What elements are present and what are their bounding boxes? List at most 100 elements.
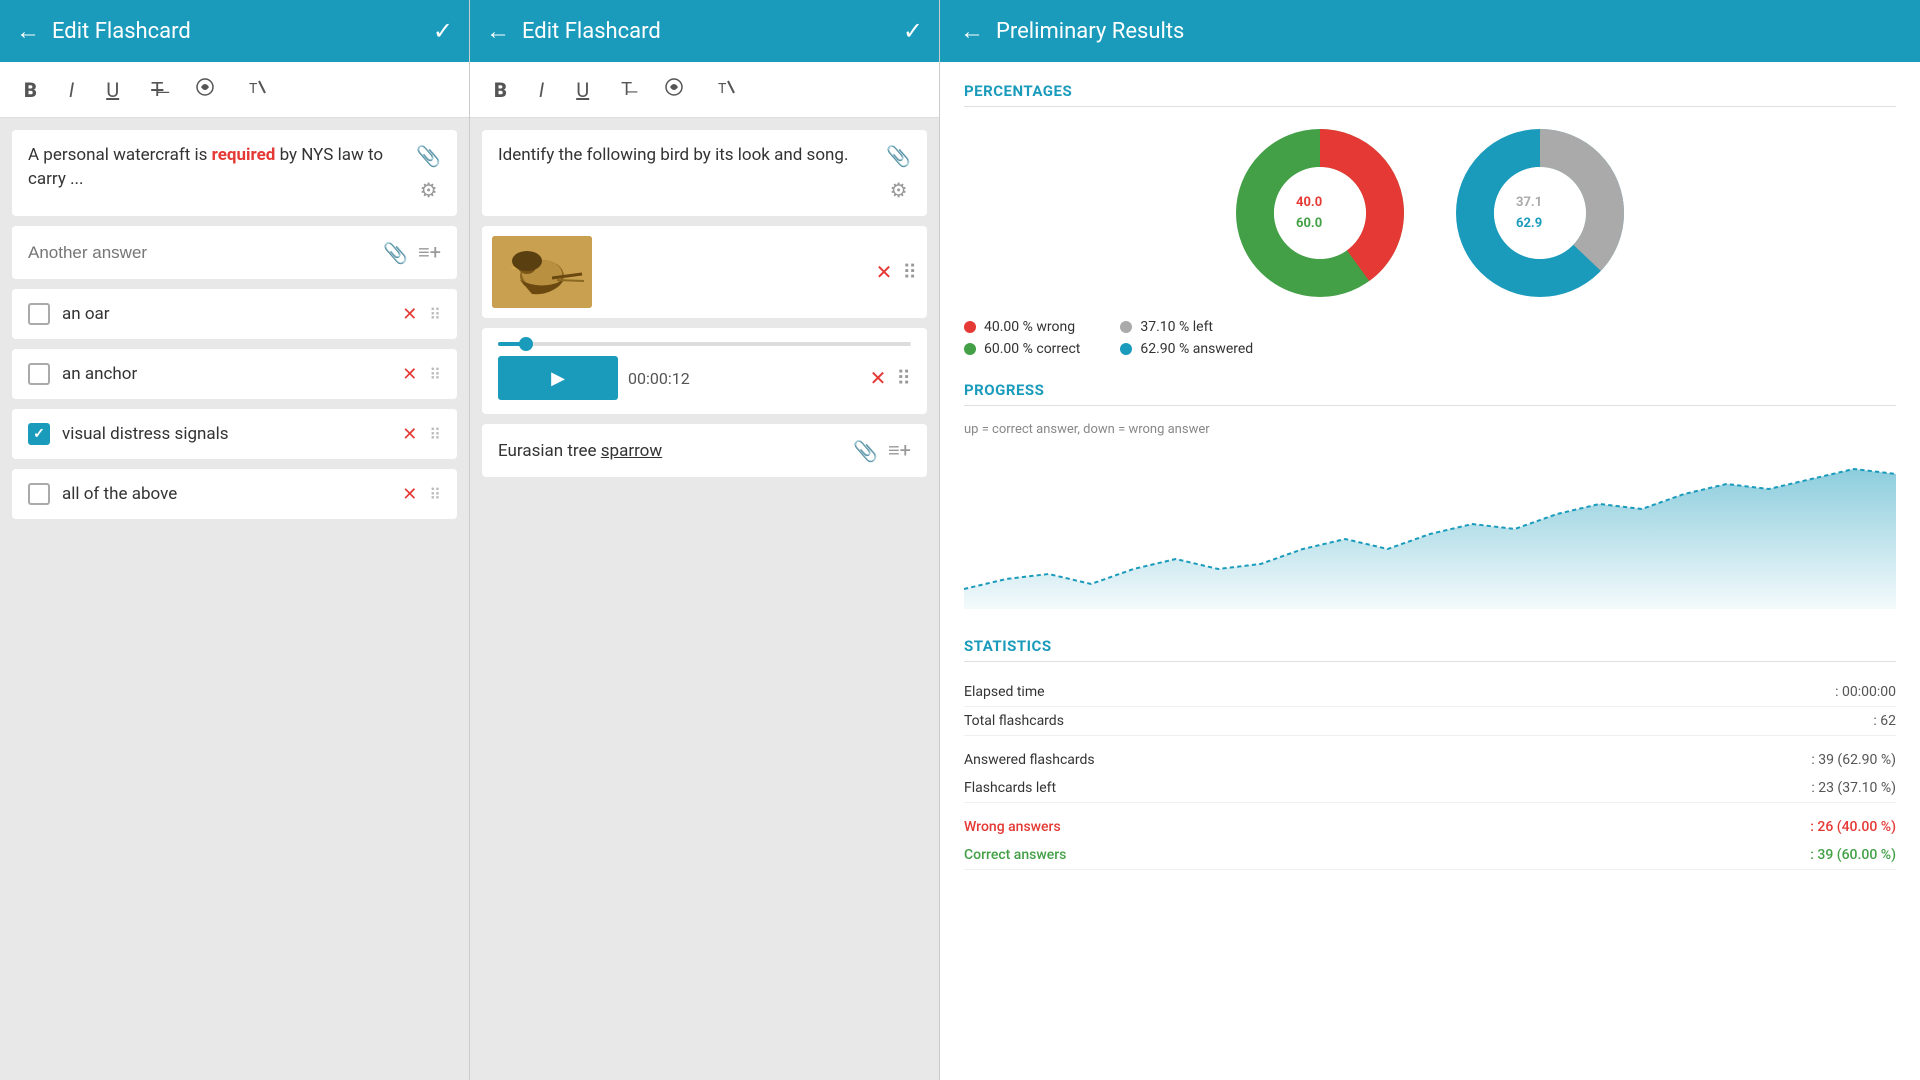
legend-correct: 60.00 % correct	[964, 341, 1080, 357]
checkbox-3[interactable]	[28, 423, 50, 445]
paint-button-2[interactable]	[660, 73, 688, 106]
progress-area-chart	[964, 449, 1896, 609]
stats-total: Total flashcards : 62	[964, 707, 1896, 736]
bold-button-2[interactable]: B	[490, 74, 511, 106]
charts-row: 40.0 60.0 37.1 62.9	[964, 123, 1896, 303]
legend-row: 40.00 % wrong 60.00 % correct 37.10 % le…	[964, 319, 1896, 357]
header-2: ← Edit Flashcard ✓	[470, 0, 939, 62]
option-text-4: all of the above	[62, 484, 390, 504]
attach-icon-q2[interactable]: 📎	[886, 144, 911, 168]
audio-controls: 00:00:12 ✕ ⠿	[498, 356, 911, 400]
option-3: visual distress signals ✕ ⠿	[12, 409, 457, 459]
bird-image	[492, 236, 592, 308]
answer-text: Eurasian tree sparrow	[498, 441, 843, 461]
legend-dot-correct	[964, 343, 976, 355]
legend-left: 37.10 % left	[1120, 319, 1253, 335]
attach-icon-1[interactable]: 📎	[416, 144, 441, 168]
results-title: Preliminary Results	[996, 19, 1900, 44]
audio-progress-knob[interactable]	[519, 337, 533, 351]
donut-chart-right: 37.1 62.9	[1450, 123, 1630, 303]
legend-wrong: 40.00 % wrong	[964, 319, 1080, 335]
chart-left-answered: 37.1 62.9	[1450, 123, 1630, 303]
add-answer-icon-2[interactable]: ≡+	[888, 438, 911, 463]
delete-option-1[interactable]: ✕	[402, 304, 417, 325]
checkbox-2[interactable]	[28, 363, 50, 385]
italic-button-1[interactable]: I	[65, 74, 78, 106]
progress-title: PROGRESS	[964, 381, 1896, 406]
delete-audio[interactable]: ✕	[870, 366, 887, 390]
strikethrough-button-2[interactable]: T̶	[617, 75, 636, 104]
answer-input-card: 📎 ≡+	[12, 226, 457, 279]
header-title-2: Edit Flashcard	[522, 19, 903, 44]
delete-option-2[interactable]: ✕	[402, 364, 417, 385]
progress-section: PROGRESS up = correct answer, down = wro…	[964, 381, 1896, 613]
question-text-1: A personal watercraft is required by NYS…	[28, 144, 406, 192]
clear-format-button-1[interactable]: T	[243, 73, 271, 106]
back-button-2[interactable]: ←	[486, 17, 510, 46]
svg-text:60.0: 60.0	[1296, 216, 1322, 231]
audio-progress-bar[interactable]	[498, 342, 911, 346]
delete-option-4[interactable]: ✕	[402, 484, 417, 505]
drag-audio[interactable]: ⠿	[896, 366, 911, 390]
drag-bird-image[interactable]: ⠿	[902, 260, 917, 284]
question-card-icons: 📎 ⚙	[416, 144, 441, 202]
drag-option-1[interactable]: ⠿	[429, 305, 441, 324]
check-button-2[interactable]: ✓	[903, 17, 923, 45]
settings-icon-q2[interactable]: ⚙	[890, 178, 908, 202]
attach-icon-answer[interactable]: 📎	[383, 241, 408, 265]
back-button-3[interactable]: ←	[960, 17, 984, 46]
checkbox-4[interactable]	[28, 483, 50, 505]
option-text-2: an anchor	[62, 364, 390, 384]
stats-correct: Correct answers : 39 (60.00 %)	[964, 841, 1896, 870]
drag-option-2[interactable]: ⠿	[429, 365, 441, 384]
add-answer-icon[interactable]: ≡+	[418, 240, 441, 265]
clear-format-button-2[interactable]: T	[712, 73, 740, 106]
legend-col-left: 40.00 % wrong 60.00 % correct	[964, 319, 1080, 357]
drag-option-4[interactable]: ⠿	[429, 485, 441, 504]
stats-left: Flashcards left : 23 (37.10 %)	[964, 774, 1896, 803]
paint-button-1[interactable]	[191, 73, 219, 106]
settings-icon-1[interactable]: ⚙	[420, 178, 438, 202]
toolbar-1: B I U T̶ T	[0, 62, 469, 118]
underline-button-1[interactable]: U	[102, 74, 123, 106]
stats-answered: Answered flashcards : 39 (62.90 %)	[964, 736, 1896, 774]
legend-answered: 62.90 % answered	[1120, 341, 1253, 357]
delete-option-3[interactable]: ✕	[402, 424, 417, 445]
question-card-1: A personal watercraft is required by NYS…	[12, 130, 457, 216]
option-text-1: an oar	[62, 304, 390, 324]
bold-button-1[interactable]: B	[20, 74, 41, 106]
option-1: an oar ✕ ⠿	[12, 289, 457, 339]
audio-time: 00:00:12	[628, 369, 860, 388]
statistics-title: STATISTICS	[964, 637, 1896, 662]
option-2: an anchor ✕ ⠿	[12, 349, 457, 399]
question-card-2: Identify the following bird by its look …	[482, 130, 927, 216]
content-1: A personal watercraft is required by NYS…	[0, 118, 469, 1080]
italic-button-2[interactable]: I	[535, 74, 548, 106]
svg-text:T: T	[249, 81, 258, 97]
header-title-1: Edit Flashcard	[52, 19, 433, 44]
svg-text:T: T	[718, 81, 727, 97]
panel-edit-flashcard-2: ← Edit Flashcard ✓ B I U T̶ T Identify t…	[470, 0, 940, 1080]
audio-card: 00:00:12 ✕ ⠿	[482, 328, 927, 414]
question-text-2: Identify the following bird by its look …	[498, 144, 876, 168]
results-content: PERCENTAGES 40.0 60.0	[940, 62, 1920, 1080]
progress-subtitle: up = correct answer, down = wrong answer	[964, 422, 1896, 437]
check-button-1[interactable]: ✓	[433, 17, 453, 45]
legend-col-right: 37.10 % left 62.90 % answered	[1120, 319, 1253, 357]
drag-option-3[interactable]: ⠿	[429, 425, 441, 444]
panel-results: ← Preliminary Results PERCENTAGES 40.0 6…	[940, 0, 1920, 1080]
back-button-1[interactable]: ←	[16, 17, 40, 46]
play-button[interactable]	[498, 356, 618, 400]
answer-input[interactable]	[28, 243, 373, 263]
strikethrough-button-1[interactable]: T̶	[147, 73, 167, 106]
stats-elapsed: Elapsed time : 00:00:00	[964, 678, 1896, 707]
svg-text:62.9: 62.9	[1516, 216, 1542, 231]
svg-text:37.1: 37.1	[1516, 195, 1542, 210]
legend-dot-left	[1120, 321, 1132, 333]
attach-icon-answer-2[interactable]: 📎	[853, 439, 878, 463]
checkbox-1[interactable]	[28, 303, 50, 325]
underline-button-2[interactable]: U	[572, 74, 593, 106]
delete-bird-image[interactable]: ✕	[876, 260, 893, 284]
svg-text:40.0: 40.0	[1296, 195, 1322, 210]
bird-image-card: ✕ ⠿	[482, 226, 927, 318]
